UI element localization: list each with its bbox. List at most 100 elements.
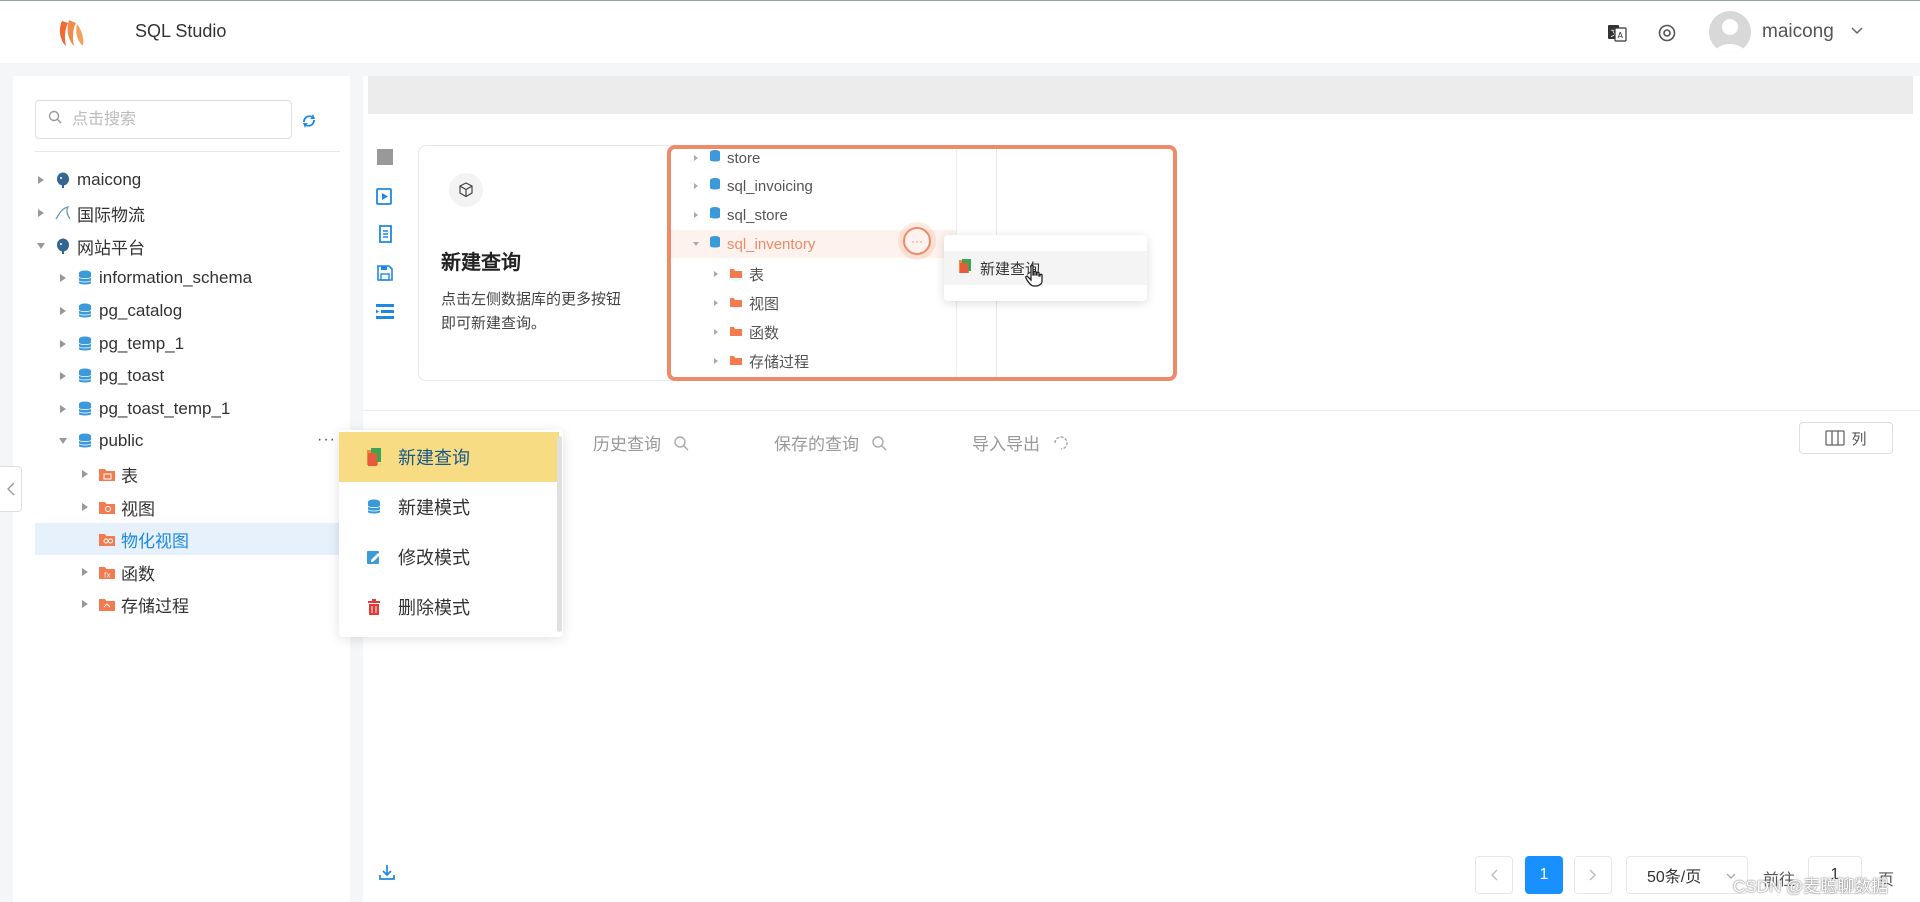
search-box[interactable]: [35, 100, 292, 139]
caret-down-icon[interactable]: [57, 437, 69, 445]
tree-item-label: 表: [121, 466, 138, 486]
chevron-left-icon: [1491, 869, 1498, 881]
tab-history-query[interactable]: 历史查询: [593, 430, 689, 455]
sync-icon[interactable]: [296, 108, 322, 134]
stop-icon[interactable]: [374, 146, 396, 168]
document-icon[interactable]: [374, 223, 396, 245]
caret-right-icon[interactable]: [79, 502, 91, 512]
folder-icon: [729, 353, 743, 370]
guide-popup-item: 新建查询: [944, 251, 1147, 287]
columns-icon: [1825, 430, 1846, 446]
tree-item-wangzhan[interactable]: 网站平台: [35, 230, 350, 262]
guide-desc-line: 点击左侧数据库的更多按钮: [441, 291, 622, 308]
tree-item-pg-catalog[interactable]: pg_catalog: [35, 295, 350, 327]
top-bar: SQL Studio 文 A maicong: [0, 0, 1920, 63]
database-icon: [75, 301, 95, 321]
download-icon[interactable]: [378, 863, 396, 886]
new-query-icon: [958, 258, 972, 278]
menu-scrollbar[interactable]: [557, 436, 562, 632]
app-title: SQL Studio: [135, 21, 227, 41]
tree-item-label: 网站平台: [77, 238, 145, 258]
page-size-value: 50条/页: [1647, 869, 1702, 886]
folder-icon: [729, 324, 743, 341]
page-size-select[interactable]: 50条/页: [1626, 856, 1748, 894]
tree-item-label: 函数: [121, 564, 155, 584]
chevron-down-icon[interactable]: [1850, 23, 1864, 42]
svg-text:A: A: [1618, 31, 1624, 40]
guide-screenshot: store sql_invoicing sql_store sql_invent…: [667, 145, 1177, 381]
caret-right-icon: [711, 357, 721, 365]
hand-cursor-icon: [1024, 264, 1044, 292]
next-page-button[interactable]: [1574, 856, 1612, 894]
tree-item-label: pg_temp_1: [99, 334, 185, 353]
translate-icon[interactable]: 文 A: [1606, 22, 1628, 44]
caret-right-icon[interactable]: [35, 208, 47, 218]
tree-item-label: 视图: [121, 499, 155, 519]
save-icon[interactable]: [374, 262, 396, 284]
editor-tab-bar: [368, 76, 1913, 114]
tree-item-pg-temp-1[interactable]: pg_temp_1: [35, 328, 350, 360]
guide-tree-label: 函数: [749, 324, 780, 342]
format-icon[interactable]: [374, 300, 396, 322]
avatar[interactable]: [1709, 11, 1751, 53]
menu-item-edit-schema[interactable]: 修改模式: [339, 532, 559, 582]
refresh-icon: [1052, 434, 1070, 452]
context-menu: 新建查询 新建模式 修改模式 删除模式: [339, 430, 563, 637]
more-icon[interactable]: ···: [317, 431, 336, 449]
search-icon: [48, 110, 62, 129]
postgres-icon: [53, 236, 73, 256]
cube-icon: [449, 173, 483, 207]
sidebar: maicong 国际物流 网站平台 information_schema pg_…: [13, 76, 350, 902]
search-icon: [871, 435, 887, 451]
settings-icon[interactable]: [1656, 22, 1678, 44]
tab-saved-query[interactable]: 保存的查询: [774, 430, 887, 455]
database-icon: [709, 206, 721, 224]
columns-button[interactable]: 列: [1799, 422, 1893, 454]
tree-item-materialized-views[interactable]: 物化视图: [35, 523, 350, 555]
page-number-button[interactable]: 1: [1525, 856, 1563, 894]
guide-popup-menu: 新建查询: [944, 235, 1147, 301]
sidebar-collapse-button[interactable]: [0, 466, 22, 512]
tree-item-pg-toast-temp-1[interactable]: pg_toast_temp_1: [35, 393, 350, 425]
folder-icon: fx: [97, 562, 117, 582]
caret-right-icon[interactable]: [57, 273, 69, 283]
tree-item-label: pg_toast_temp_1: [99, 399, 231, 418]
run-icon[interactable]: [374, 185, 396, 207]
caret-right-icon[interactable]: [35, 175, 47, 185]
new-query-icon: [364, 447, 384, 467]
menu-item-new-query[interactable]: 新建查询: [339, 432, 559, 482]
caret-right-icon[interactable]: [79, 469, 91, 479]
tree-item-information-schema[interactable]: information_schema: [35, 262, 350, 294]
caret-right-icon[interactable]: [79, 599, 91, 609]
tab-label: 导入导出: [972, 435, 1040, 454]
tree-item-views[interactable]: 视图: [35, 491, 350, 523]
caret-right-icon[interactable]: [57, 339, 69, 349]
tab-import-export[interactable]: 导入导出: [972, 430, 1070, 455]
menu-item-new-schema[interactable]: 新建模式: [339, 482, 559, 532]
tree-item-label: pg_catalog: [99, 301, 183, 320]
caret-right-icon[interactable]: [79, 567, 91, 577]
folder-icon: [97, 529, 117, 549]
tree-item-procedures[interactable]: 存储过程: [35, 588, 350, 620]
prev-page-button[interactable]: [1475, 856, 1513, 894]
caret-right-icon[interactable]: [57, 306, 69, 316]
tree-item-maicong[interactable]: maicong: [35, 164, 350, 196]
tree-item-tables[interactable]: 表: [35, 458, 350, 490]
tree-item-pg-toast[interactable]: pg_toast: [35, 360, 350, 392]
tree-item-public[interactable]: public ···: [35, 425, 350, 457]
menu-item-delete-schema[interactable]: 删除模式: [339, 582, 559, 632]
tree-item-functions[interactable]: fx 函数: [35, 556, 350, 588]
search-input[interactable]: [70, 109, 274, 130]
caret-down-icon[interactable]: [35, 242, 47, 250]
guide-tree-row: 视图: [671, 289, 956, 317]
guide-tree-label: sql_store: [727, 206, 788, 224]
username[interactable]: maicong: [1762, 21, 1834, 43]
folder-icon: [97, 497, 117, 517]
database-icon: [709, 235, 721, 253]
tree-item-label: maicong: [77, 170, 142, 189]
tree-item-guoji[interactable]: 国际物流: [35, 197, 350, 229]
caret-right-icon[interactable]: [57, 371, 69, 381]
caret-right-icon: [711, 270, 721, 278]
caret-right-icon[interactable]: [57, 404, 69, 414]
menu-item-label: 新建查询: [398, 448, 470, 468]
